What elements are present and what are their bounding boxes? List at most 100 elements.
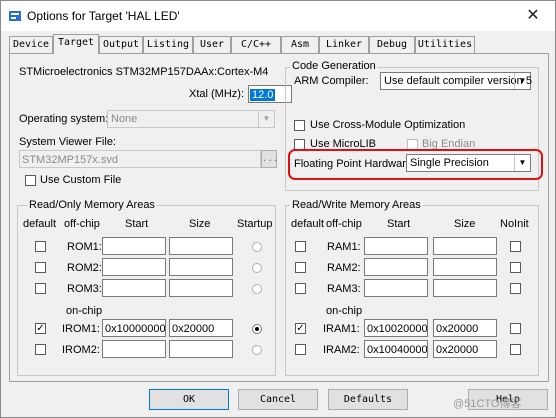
rom3-label: ROM3:: [67, 283, 102, 295]
rw-header-default: default: [291, 218, 325, 230]
tab-output[interactable]: Output: [99, 36, 143, 53]
rom2-default-checkbox[interactable]: [35, 262, 46, 273]
tab-asm[interactable]: Asm: [281, 36, 319, 53]
irom1-startup-radio[interactable]: [252, 324, 262, 334]
rom2-start-input[interactable]: [102, 258, 166, 276]
svf-label: System Viewer File:: [19, 136, 116, 148]
close-icon[interactable]: ✕: [513, 3, 553, 29]
ro-header-offchip: off-chip: [64, 218, 100, 230]
tab-user[interactable]: User: [193, 36, 231, 53]
rom1-startup-radio[interactable]: [252, 242, 262, 252]
iram1-size-input[interactable]: 0x20000: [433, 319, 497, 337]
rom1-label: ROM1:: [67, 241, 102, 253]
tab-listing[interactable]: Listing: [143, 36, 193, 53]
ram2-default-checkbox[interactable]: [295, 262, 306, 273]
iram1-default-checkbox[interactable]: ✓: [295, 323, 306, 334]
options-app-icon: [9, 11, 21, 21]
ro-header-default: default: [23, 218, 57, 230]
arm-compiler-label: ARM Compiler:: [294, 75, 369, 87]
iram2-label: IRAM2:: [323, 344, 360, 356]
fph-label: Floating Point Hardware:: [294, 158, 416, 170]
ram1-label: RAM1:: [327, 241, 361, 253]
ram1-start-input[interactable]: [364, 237, 428, 255]
fph-select[interactable]: Single Precision ▼: [406, 154, 531, 172]
tab-c-cpp[interactable]: C/C++: [231, 36, 281, 53]
irom1-default-checkbox[interactable]: ✓: [35, 323, 46, 334]
rom1-size-input[interactable]: [169, 237, 233, 255]
cancel-button[interactable]: Cancel: [238, 389, 318, 410]
options-dialog: Options for Target 'HAL LED' ✕ Device Ta…: [0, 0, 556, 418]
iram2-start-input[interactable]: 0x10040000: [364, 340, 428, 358]
rom3-startup-radio[interactable]: [252, 284, 262, 294]
ram3-noinit-checkbox[interactable]: [510, 283, 521, 294]
defaults-button[interactable]: Defaults: [328, 389, 408, 410]
iram2-default-checkbox[interactable]: [295, 344, 306, 355]
chevron-down-icon: ▼: [258, 111, 274, 127]
tab-device[interactable]: Device: [9, 36, 53, 53]
target-tab-panel: STMicroelectronics STM32MP157DAAx:Cortex…: [9, 53, 549, 382]
ram3-start-input[interactable]: [364, 279, 428, 297]
irom2-default-checkbox[interactable]: [35, 344, 46, 355]
irom2-start-input[interactable]: [102, 340, 166, 358]
arm-compiler-select[interactable]: Use default compiler version 5 ▼: [380, 72, 532, 90]
svf-browse-button[interactable]: ...: [261, 150, 278, 168]
rom2-startup-radio[interactable]: [252, 263, 262, 273]
ok-button[interactable]: OK: [149, 389, 229, 410]
fph-value: Single Precision: [410, 157, 489, 169]
chevron-down-icon: ▼: [514, 155, 530, 171]
ram2-label: RAM2:: [327, 262, 361, 274]
device-name: STMicroelectronics STM32MP157DAAx:Cortex…: [19, 66, 269, 78]
tab-debug[interactable]: Debug: [369, 36, 415, 53]
rw-header-noinit: NoInit: [500, 218, 529, 230]
irom1-start-input[interactable]: 0x10000000: [102, 319, 166, 337]
cross-module-checkbox[interactable]: [294, 120, 305, 131]
tab-target[interactable]: Target: [53, 34, 99, 54]
irom1-size-input[interactable]: 0x20000: [169, 319, 233, 337]
ram2-start-input[interactable]: [364, 258, 428, 276]
iram2-size-input[interactable]: 0x20000: [433, 340, 497, 358]
rom2-size-input[interactable]: [169, 258, 233, 276]
use-custom-file-label: Use Custom File: [40, 174, 122, 186]
ram3-default-checkbox[interactable]: [295, 283, 306, 294]
tab-linker[interactable]: Linker: [319, 36, 369, 53]
irom2-label: IROM2:: [62, 344, 100, 356]
ram1-noinit-checkbox[interactable]: [510, 241, 521, 252]
ram3-size-input[interactable]: [433, 279, 497, 297]
ram1-default-checkbox[interactable]: [295, 241, 306, 252]
rom1-start-input[interactable]: [102, 237, 166, 255]
rom3-start-input[interactable]: [102, 279, 166, 297]
os-value: None: [111, 113, 138, 125]
arm-compiler-value: Use default compiler version 5: [384, 75, 532, 87]
iram1-noinit-checkbox[interactable]: [510, 323, 521, 334]
xtal-label: Xtal (MHz):: [189, 88, 244, 100]
svf-input[interactable]: STM32MP157x.svd: [19, 150, 261, 168]
os-select[interactable]: None ▼: [107, 110, 275, 128]
ram1-size-input[interactable]: [433, 237, 497, 255]
iram1-label: IRAM1:: [323, 323, 360, 335]
iram2-noinit-checkbox[interactable]: [510, 344, 521, 355]
os-label: Operating system:: [19, 113, 109, 125]
rw-onchip-label: on-chip: [326, 305, 363, 317]
rom1-default-checkbox[interactable]: [35, 241, 46, 252]
rw-memory-title: Read/Write Memory Areas: [290, 199, 423, 211]
irom1-label: IROM1:: [62, 323, 100, 335]
rom3-default-checkbox[interactable]: [35, 283, 46, 294]
ram2-size-input[interactable]: [433, 258, 497, 276]
ro-header-start: Start: [125, 218, 149, 230]
rw-header-offchip: off-chip: [326, 218, 362, 230]
irom2-startup-radio[interactable]: [252, 345, 262, 355]
use-custom-file-checkbox[interactable]: [25, 175, 36, 186]
ro-memory-title: Read/Only Memory Areas: [27, 199, 157, 211]
watermark: @51CTO博客: [453, 398, 522, 410]
rom3-size-input[interactable]: [169, 279, 233, 297]
ro-onchip-label: on-chip: [66, 305, 103, 317]
rom2-label: ROM2:: [67, 262, 102, 274]
xtal-value: 12.0: [250, 89, 276, 101]
code-generation-title: Code Generation: [290, 60, 378, 72]
ram2-noinit-checkbox[interactable]: [510, 262, 521, 273]
iram1-start-input[interactable]: 0x10020000: [364, 319, 428, 337]
tab-utilities[interactable]: Utilities: [415, 36, 475, 53]
irom2-size-input[interactable]: [169, 340, 233, 358]
rw-header-size: Size: [454, 218, 476, 230]
window-title: Options for Target 'HAL LED': [27, 9, 180, 23]
